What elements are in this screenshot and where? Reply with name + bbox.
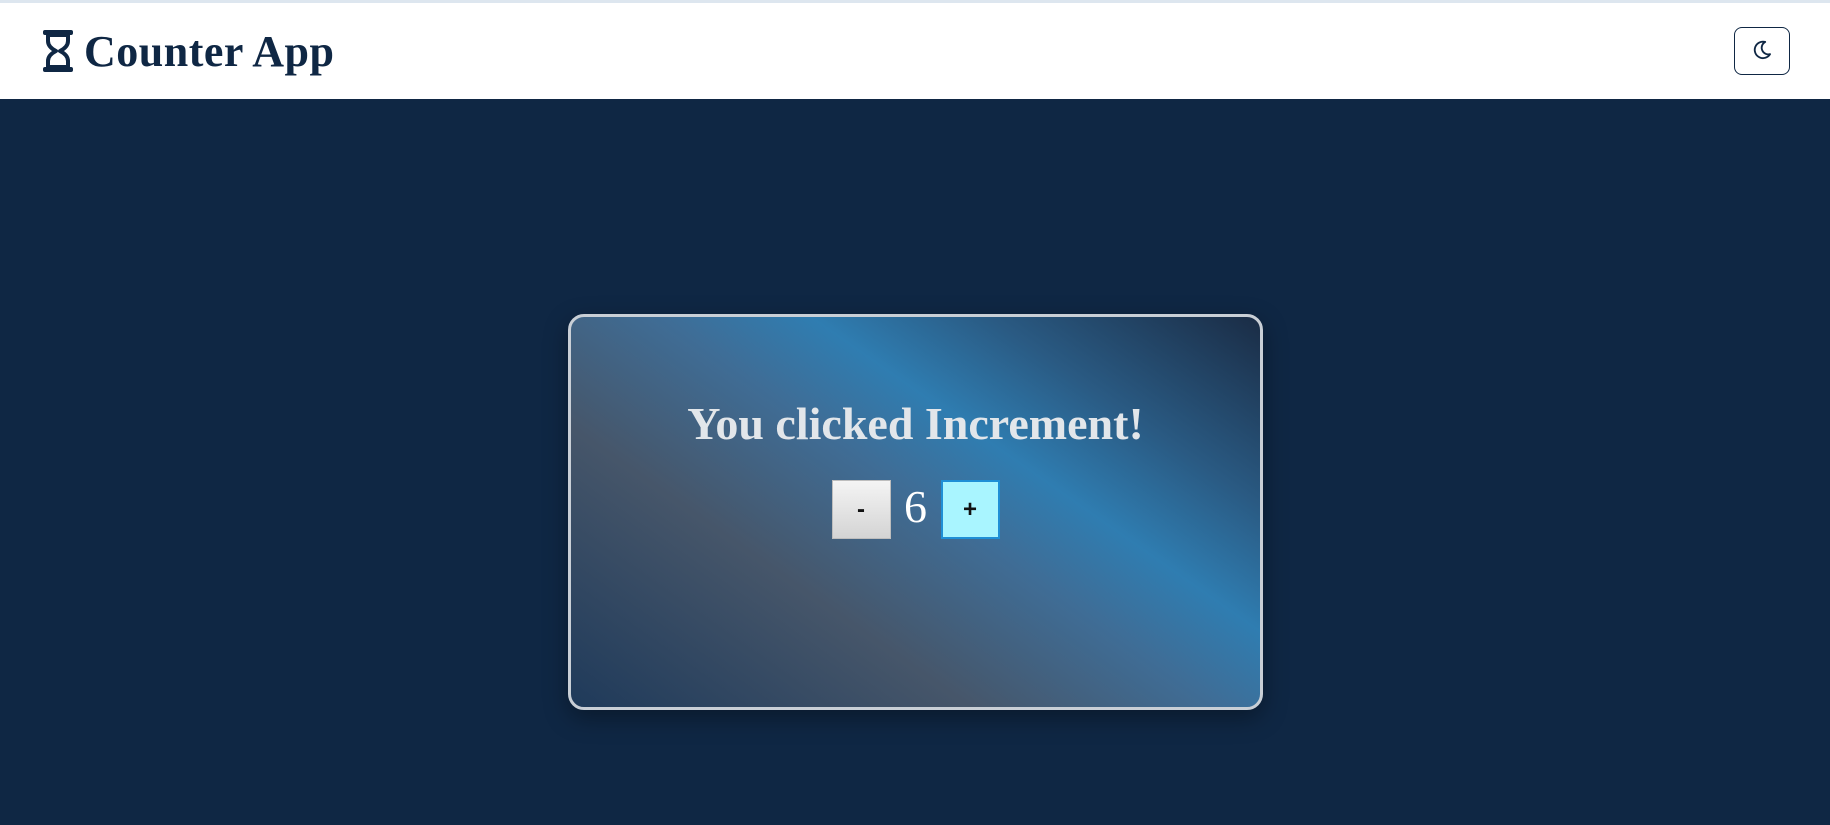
increment-button[interactable]: +	[940, 480, 1000, 539]
app-title: Counter App	[84, 26, 335, 76]
counter-value: 6	[904, 480, 927, 532]
counter-controls: - 6 +	[831, 480, 1000, 539]
brand[interactable]: Counter App	[40, 26, 334, 77]
hourglass-icon	[40, 28, 76, 74]
counter-card: You clicked Increment! - 6 +	[568, 314, 1263, 710]
status-message: You clicked Increment!	[687, 398, 1144, 449]
decrement-button[interactable]: -	[831, 480, 891, 539]
theme-toggle-button[interactable]	[1734, 27, 1790, 75]
moon-icon	[1751, 39, 1773, 64]
navbar: Counter App	[0, 0, 1830, 99]
